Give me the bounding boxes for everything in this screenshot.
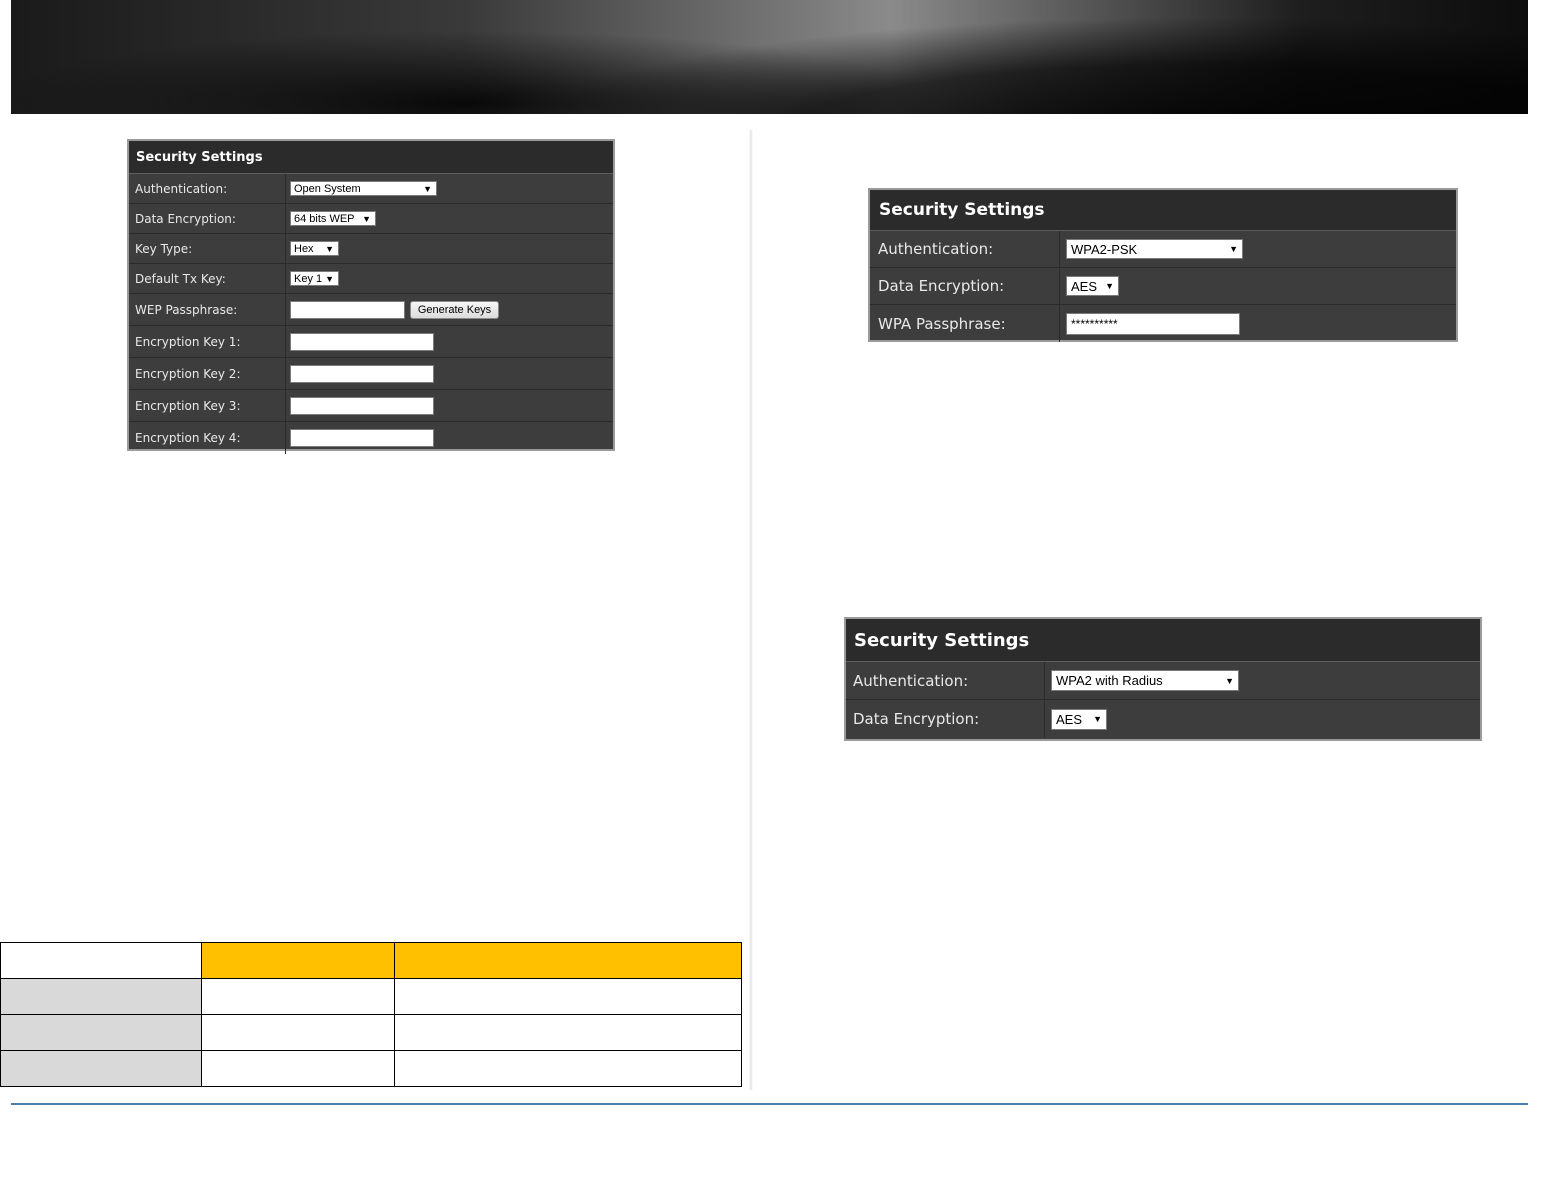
data-encryption-row: Data Encryption: AES ▼ [846, 700, 1480, 738]
wpa-passphrase-input[interactable]: ********** [1066, 312, 1240, 335]
security-settings-radius-panel: Security Settings Authentication: WPA2 w… [844, 617, 1482, 741]
table-header-cell [394, 942, 742, 979]
table-cell [0, 978, 202, 1015]
table-row [0, 1014, 742, 1051]
data-encryption-select[interactable]: 64 bits WEP ▼ [290, 211, 376, 226]
table-header-cell [200, 942, 396, 979]
encryption-key-3-row: Encryption Key 3: [129, 390, 613, 422]
data-encryption-label: Data Encryption: [129, 204, 286, 233]
generate-keys-button[interactable]: Generate Keys [410, 300, 499, 319]
table-cell [394, 978, 742, 1015]
encryption-key-1-row: Encryption Key 1: [129, 326, 613, 358]
authentication-value: Open System [294, 182, 361, 195]
data-encryption-label: Data Encryption: [846, 700, 1045, 738]
default-tx-key-row: Default Tx Key: Key 1 ▼ [129, 264, 613, 294]
panel-title: Security Settings [870, 190, 1456, 231]
wep-passphrase-label: WEP Passphrase: [129, 294, 286, 325]
wep-passphrase-input[interactable] [290, 300, 405, 319]
key-type-select[interactable]: Hex ▼ [290, 241, 339, 256]
data-encryption-row: Data Encryption: AES ▼ [870, 268, 1456, 305]
table-cell [394, 1050, 742, 1087]
encryption-key-4-row: Encryption Key 4: [129, 422, 613, 454]
chevron-down-icon: ▼ [1105, 281, 1114, 291]
chevron-down-icon: ▼ [325, 243, 334, 254]
table-cell [200, 1014, 396, 1051]
chevron-down-icon: ▼ [325, 273, 334, 284]
table-cell [200, 1050, 396, 1087]
default-tx-key-label: Default Tx Key: [129, 264, 286, 293]
data-encryption-label: Data Encryption: [870, 268, 1060, 304]
chevron-down-icon: ▼ [1229, 244, 1238, 254]
security-settings-wep-panel: Security Settings Authentication: Open S… [127, 139, 615, 454]
table-cell [200, 978, 396, 1015]
table-cell [394, 1014, 742, 1051]
page-divider [749, 130, 753, 1090]
data-encryption-value: AES [1056, 711, 1083, 727]
table-row [0, 942, 742, 979]
chevron-down-icon: ▼ [1225, 675, 1234, 686]
authentication-label: Authentication: [846, 662, 1045, 699]
table-cell [0, 942, 202, 979]
chevron-down-icon: ▼ [423, 183, 432, 194]
encryption-key-2-row: Encryption Key 2: [129, 358, 613, 390]
header-banner [11, 0, 1528, 114]
chevron-down-icon: ▼ [1093, 714, 1102, 724]
data-encryption-row: Data Encryption: 64 bits WEP ▼ [129, 204, 613, 234]
authentication-select[interactable]: WPA2-PSK ▼ [1066, 239, 1243, 259]
encryption-key-2-label: Encryption Key 2: [129, 358, 286, 389]
chevron-down-icon: ▼ [362, 213, 371, 224]
authentication-value: WPA2-PSK [1071, 241, 1138, 257]
default-tx-key-value: Key 1 [294, 272, 323, 285]
encryption-key-4-label: Encryption Key 4: [129, 422, 286, 454]
authentication-select[interactable]: WPA2 with Radius ▼ [1051, 670, 1239, 691]
panel-title: Security Settings [129, 141, 613, 174]
key-type-value: Hex [294, 242, 314, 255]
table-row [0, 978, 742, 1015]
authentication-row: Authentication: WPA2-PSK ▼ [870, 231, 1456, 268]
authentication-label: Authentication: [870, 231, 1060, 267]
data-encryption-select[interactable]: AES ▼ [1051, 708, 1107, 730]
data-encryption-value: 64 bits WEP [294, 212, 355, 225]
data-encryption-select[interactable]: AES ▼ [1066, 276, 1119, 296]
data-encryption-value: AES [1071, 278, 1098, 294]
wpa-passphrase-row: WPA Passphrase: ********** [870, 305, 1456, 342]
authentication-row: Authentication: WPA2 with Radius ▼ [846, 662, 1480, 700]
encryption-key-3-input[interactable] [290, 396, 434, 415]
footer-rule [11, 1103, 1528, 1105]
info-table [0, 942, 742, 1087]
default-tx-key-select[interactable]: Key 1 ▼ [290, 271, 339, 286]
table-cell [0, 1014, 202, 1051]
security-settings-psk-panel: Security Settings Authentication: WPA2-P… [868, 188, 1458, 342]
encryption-key-1-input[interactable] [290, 332, 434, 351]
authentication-select[interactable]: Open System ▼ [290, 181, 437, 196]
encryption-key-4-input[interactable] [290, 429, 434, 447]
panel-title: Security Settings [846, 619, 1480, 662]
encryption-key-1-label: Encryption Key 1: [129, 326, 286, 357]
authentication-label: Authentication: [129, 174, 286, 203]
table-cell [0, 1050, 202, 1087]
encryption-key-2-input[interactable] [290, 364, 434, 383]
wep-passphrase-row: WEP Passphrase: Generate Keys [129, 294, 613, 326]
encryption-key-3-label: Encryption Key 3: [129, 390, 286, 421]
key-type-row: Key Type: Hex ▼ [129, 234, 613, 264]
authentication-value: WPA2 with Radius [1056, 673, 1163, 688]
authentication-row: Authentication: Open System ▼ [129, 174, 613, 204]
table-row [0, 1050, 742, 1087]
wpa-passphrase-label: WPA Passphrase: [870, 305, 1060, 342]
key-type-label: Key Type: [129, 234, 286, 263]
